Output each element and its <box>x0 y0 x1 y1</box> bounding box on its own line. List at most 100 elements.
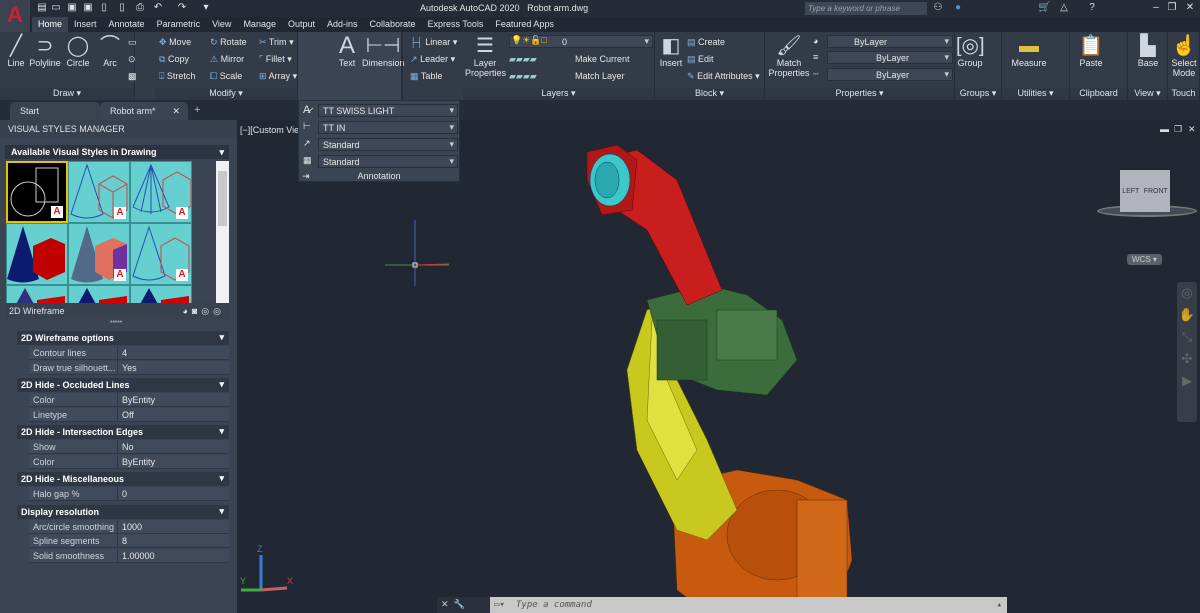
style-realistic[interactable] <box>6 223 68 285</box>
property-row[interactable]: Contour lines 4 <box>29 346 229 360</box>
wcs-menu[interactable]: WCS ▾ <box>1127 254 1162 265</box>
save-as-icon[interactable]: ▣ <box>82 2 94 14</box>
property-row[interactable]: Color ByEntity <box>29 393 229 407</box>
open-icon[interactable]: ▭ <box>50 2 62 14</box>
style-sketchy[interactable] <box>130 285 192 303</box>
tab-parametric[interactable]: Parametric <box>151 17 207 32</box>
viewport-restore-icon[interactable]: ❐ <box>1174 124 1182 135</box>
touch-panel-title[interactable]: Touch <box>1168 88 1199 100</box>
text-style-dropdown[interactable]: TT SWISS LIGHT <box>318 104 458 117</box>
cart-icon[interactable]: 🛒 <box>1038 2 1050 14</box>
viewport-minimize-icon[interactable]: ▬ <box>1160 124 1169 134</box>
viewcube-left-face[interactable]: LEFT <box>1122 188 1139 195</box>
pin-icon[interactable]: ⇥ <box>302 171 310 182</box>
property-row[interactable]: Color ByEntity <box>29 454 229 469</box>
layers-panel-title[interactable]: Layers ▾ <box>463 88 654 100</box>
property-group-header[interactable]: 2D Wireframe options <box>17 331 229 345</box>
style-wireframe[interactable]: A <box>130 223 192 285</box>
drawing-viewport[interactable]: Z Y X LEFT FRONT WCS ▾ ▬ ❐ ✕ <box>237 120 1200 613</box>
polyline-button[interactable]: ⊃ Polyline <box>28 34 62 68</box>
customize-wrench-icon[interactable]: 🔧 <box>454 599 465 609</box>
steering-wheel-icon[interactable]: ◎ <box>1177 282 1197 304</box>
circle-button[interactable]: ◯ Circle <box>64 34 92 68</box>
edit-attributes-button[interactable]: ✎ Edit Attributes ▾ <box>687 71 760 82</box>
restore-icon[interactable]: ❐ <box>1166 2 1178 14</box>
property-value[interactable]: 1000 <box>117 519 142 534</box>
base-view-button[interactable]: ▙ Base <box>1132 34 1164 68</box>
viewport-controls-label[interactable]: [−][Custom View <box>240 125 306 135</box>
orbit-icon[interactable]: ✣ <box>1177 348 1197 370</box>
hatch-icon[interactable]: ▩ <box>128 71 137 82</box>
undo-icon[interactable]: ↶ <box>152 2 164 14</box>
property-row[interactable]: Show No <box>29 440 229 454</box>
help-icon[interactable]: ? <box>1086 2 1098 14</box>
doc-tab-start[interactable]: Start <box>10 102 100 120</box>
line-button[interactable]: ╱ Line <box>3 34 29 68</box>
fillet-button[interactable]: ⌜ Fillet ▾ <box>259 54 292 65</box>
close-tab-icon[interactable]: ✕ <box>172 106 180 117</box>
clipboard-panel-title[interactable]: Clipboard <box>1070 88 1127 100</box>
scale-button[interactable]: ⧠ Scale <box>210 71 242 82</box>
scrollbar-thumb[interactable] <box>218 171 227 226</box>
new-tab-icon[interactable]: + <box>194 104 200 116</box>
zoom-extents-icon[interactable]: ⤡ <box>1177 326 1197 348</box>
viewport-close-icon[interactable]: ✕ <box>1188 124 1196 135</box>
style-x-ray[interactable] <box>6 285 68 303</box>
tab-add-ins[interactable]: Add-ins <box>321 17 364 32</box>
style-tool-icons[interactable]: ◕◙◎◎ <box>182 306 225 317</box>
property-value[interactable]: Off <box>117 407 134 422</box>
property-row[interactable]: Linetype Off <box>29 407 229 422</box>
search-input[interactable]: Type a keyword or phrase <box>805 2 927 15</box>
save-icon[interactable]: ▣ <box>66 2 78 14</box>
table-style-dropdown[interactable]: Standard <box>318 155 458 168</box>
layer-properties-button[interactable]: ☰ Layer Properties <box>465 34 506 78</box>
copy-button[interactable]: ⧉ Copy <box>159 54 189 65</box>
tab-insert[interactable]: Insert <box>68 17 103 32</box>
paste-button[interactable]: 📋 Paste <box>1074 34 1108 68</box>
property-group-header[interactable]: 2D Hide - Occluded Lines <box>17 378 229 392</box>
viewcube[interactable]: LEFT FRONT <box>1120 170 1170 212</box>
autodesk-icon[interactable]: △ <box>1058 2 1070 14</box>
command-input[interactable]: ▭▾ Type a command ▴ <box>490 597 1007 613</box>
array-button[interactable]: ⊞ Array ▾ <box>259 71 297 82</box>
style-2d-wireframe[interactable]: A <box>6 161 68 223</box>
redo-icon[interactable]: ↷ <box>176 2 188 14</box>
rectangle-icon[interactable]: ▭ <box>128 37 137 48</box>
doc-tab-robot-arm[interactable]: Robot arm* ✕ <box>100 102 188 120</box>
application-menu-button[interactable]: A <box>0 0 30 32</box>
property-row[interactable]: Halo gap % 0 <box>29 487 229 501</box>
view-panel-title[interactable]: View ▾ <box>1128 88 1167 100</box>
dimension-button[interactable]: ⊢⊣ Dimension <box>362 34 405 68</box>
tab-collaborate[interactable]: Collaborate <box>364 17 422 32</box>
property-value[interactable]: Yes <box>117 360 137 375</box>
property-value[interactable]: 4 <box>117 346 127 360</box>
property-group-header[interactable]: 2D Hide - Intersection Edges <box>17 425 229 439</box>
match-properties-button[interactable]: 🖌 Match Properties <box>767 34 811 78</box>
showmotion-icon[interactable]: ▶ <box>1177 370 1197 392</box>
select-mode-button[interactable]: ☝ Select Mode <box>1168 34 1200 78</box>
property-value[interactable]: ByEntity <box>117 393 155 407</box>
command-history-icon[interactable]: ▴ <box>997 600 1002 610</box>
property-value[interactable]: 1.00000 <box>117 548 155 563</box>
available-styles-header[interactable]: Available Visual Styles in Drawing ▾ <box>5 145 229 159</box>
multileader-style-dropdown[interactable]: Standard <box>318 138 458 151</box>
tab-express-tools[interactable]: Express Tools <box>422 17 490 32</box>
tab-annotate[interactable]: Annotate <box>103 17 151 32</box>
block-panel-title[interactable]: Block ▾ <box>655 88 764 100</box>
table-button[interactable]: ▦ Table <box>410 71 442 82</box>
groups-panel-title[interactable]: Groups ▾ <box>955 88 1001 100</box>
arc-button[interactable]: ⌒ Arc <box>96 34 124 68</box>
tab-output[interactable]: Output <box>282 17 321 32</box>
new-icon[interactable]: ▤ <box>36 2 48 14</box>
style-conceptual-wire[interactable]: A <box>68 161 130 223</box>
utilities-panel-title[interactable]: Utilities ▾ <box>1002 88 1069 100</box>
property-value[interactable]: 8 <box>117 534 127 548</box>
pan-icon[interactable]: ✋ <box>1177 304 1197 326</box>
property-row[interactable]: Solid smoothness 1.00000 <box>29 548 229 563</box>
property-row[interactable]: Arc/circle smoothing 1000 <box>29 519 229 534</box>
print-icon[interactable]: ⎙ <box>134 2 146 14</box>
property-group-header[interactable]: Display resolution <box>17 504 229 519</box>
binoculars-icon[interactable]: ⚇ <box>932 2 944 14</box>
gallery-scrollbar[interactable] <box>216 161 229 303</box>
linear-button[interactable]: ├┤ Linear ▾ <box>410 37 457 48</box>
